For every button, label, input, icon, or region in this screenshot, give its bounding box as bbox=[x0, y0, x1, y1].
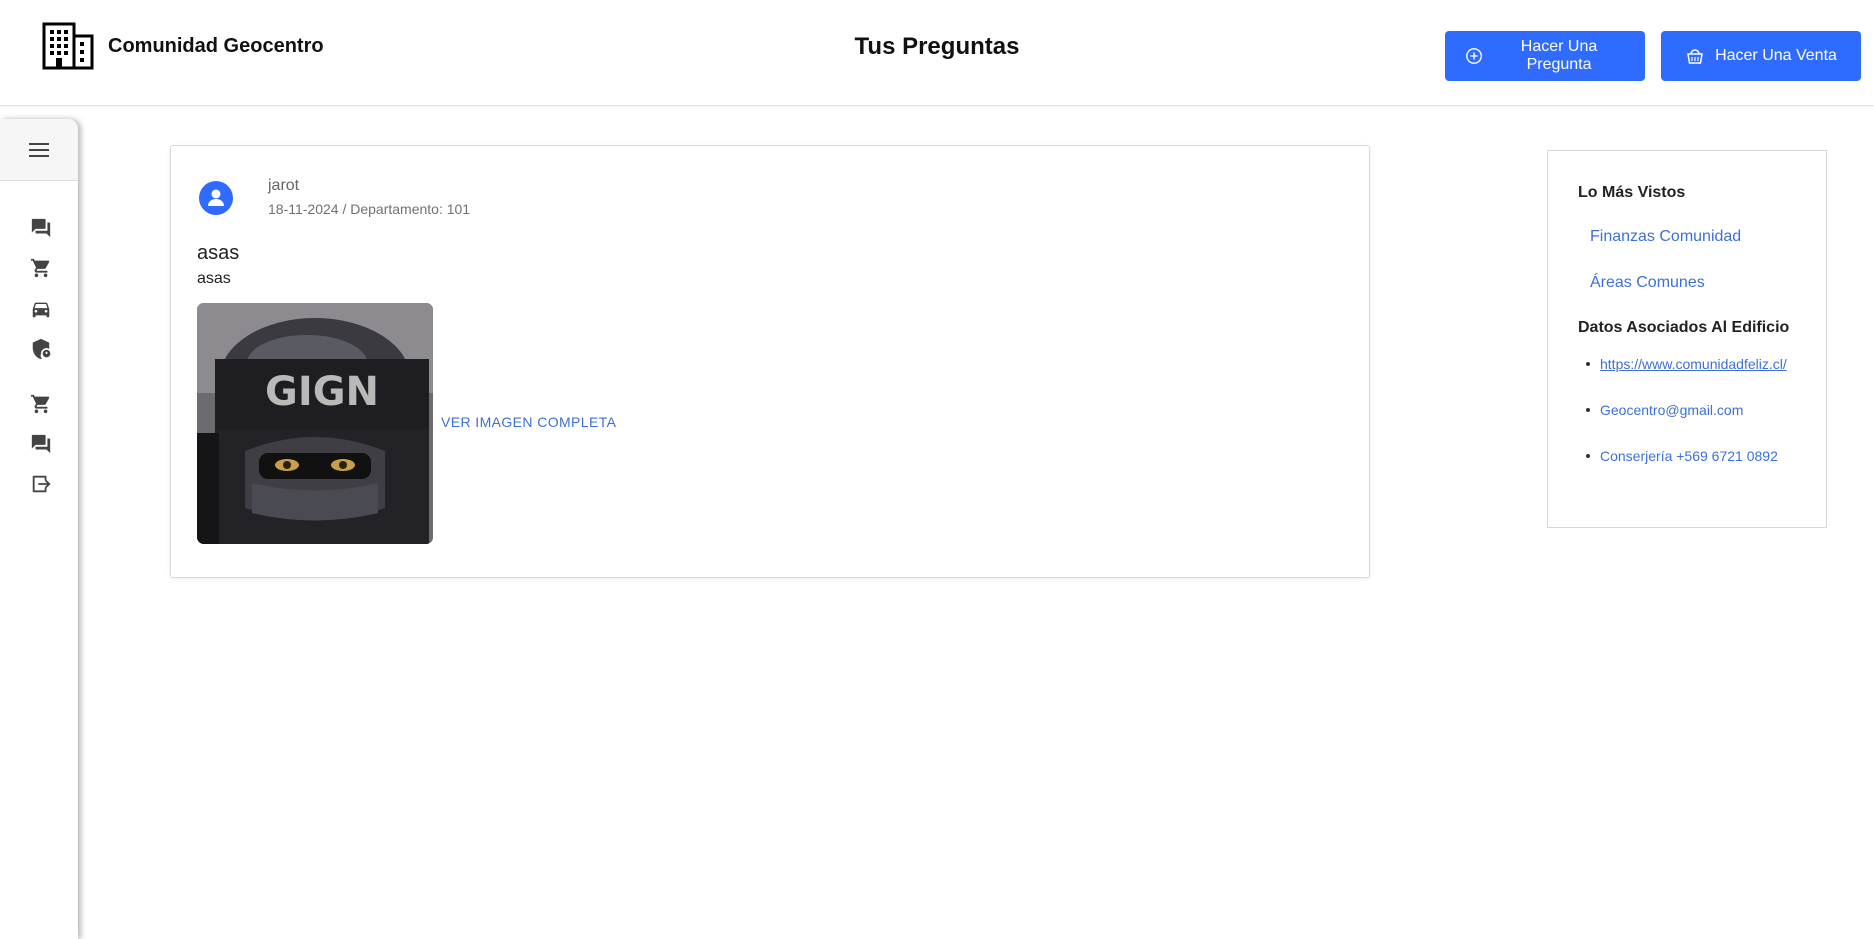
sidebar-item-logout[interactable] bbox=[29, 472, 53, 496]
post-body: asas bbox=[197, 270, 231, 287]
menu-icon bbox=[29, 142, 49, 157]
building-data-heading: Datos Asociados Al Edificio bbox=[1578, 319, 1790, 336]
sidebar bbox=[0, 119, 78, 939]
post-meta: 18-11-2024 / Departamento: 101 bbox=[268, 201, 471, 217]
email-item: Geocentro@gmail.com bbox=[1586, 402, 1743, 418]
post-image[interactable]: GIGN bbox=[197, 303, 433, 544]
question-card: jarot 18-11-2024 / Departamento: 101 asa… bbox=[170, 145, 1370, 578]
helmet-photo: GIGN bbox=[197, 303, 433, 544]
ask-question-label: Hacer Una Pregunta bbox=[1520, 38, 1598, 73]
top-header: Comunidad Geocentro Tus Preguntas Hacer … bbox=[0, 0, 1874, 106]
view-full-image-link[interactable]: VER IMAGEN COMPLETA bbox=[441, 414, 616, 430]
sidebar-item-my-questions[interactable] bbox=[29, 432, 53, 456]
make-sale-button[interactable]: Hacer Una Venta bbox=[1661, 31, 1861, 81]
cart-icon bbox=[30, 394, 50, 414]
website-link[interactable]: https://www.comunidadfeliz.cl/ bbox=[1600, 356, 1787, 372]
bullet bbox=[1586, 454, 1590, 458]
sidebar-item-security[interactable] bbox=[29, 337, 53, 361]
brand[interactable]: Comunidad Geocentro bbox=[42, 22, 324, 70]
sidebar-item-parking[interactable] bbox=[29, 297, 53, 321]
link-community-finances[interactable]: Finanzas Comunidad bbox=[1590, 228, 1741, 246]
basket-icon bbox=[1687, 49, 1703, 64]
shield-icon bbox=[32, 338, 51, 360]
add-circle-icon bbox=[1466, 48, 1482, 64]
post-author: jarot bbox=[268, 177, 300, 194]
helmet-label: GIGN bbox=[265, 369, 379, 415]
phone-text[interactable]: Conserjería +569 6721 0892 bbox=[1600, 448, 1778, 464]
avatar bbox=[199, 181, 233, 215]
info-panel: Lo Más Vistos Finanzas Comunidad Áreas C… bbox=[1547, 150, 1827, 528]
car-icon bbox=[32, 302, 50, 318]
building-icon bbox=[42, 22, 94, 70]
sidebar-item-my-sales[interactable] bbox=[29, 392, 53, 416]
ask-question-button[interactable]: Hacer Una Pregunta bbox=[1445, 31, 1645, 81]
logout-icon bbox=[32, 475, 51, 493]
bullet bbox=[1586, 408, 1590, 412]
sidebar-item-questions[interactable] bbox=[29, 216, 53, 240]
forum-icon bbox=[31, 218, 51, 238]
link-common-areas[interactable]: Áreas Comunes bbox=[1590, 274, 1705, 292]
forum-icon bbox=[31, 434, 51, 454]
bullet bbox=[1586, 362, 1590, 366]
email-text[interactable]: Geocentro@gmail.com bbox=[1600, 402, 1743, 418]
brand-name: Comunidad Geocentro bbox=[108, 34, 324, 57]
user-icon bbox=[208, 189, 224, 206]
phone-item: Conserjería +569 6721 0892 bbox=[1586, 448, 1778, 464]
website-item: https://www.comunidadfeliz.cl/ bbox=[1586, 356, 1787, 372]
make-sale-label: Hacer Una Venta bbox=[1715, 47, 1837, 64]
cart-icon bbox=[30, 258, 50, 278]
menu-toggle[interactable] bbox=[0, 119, 78, 181]
post-title: asas bbox=[197, 242, 240, 264]
sidebar-item-market[interactable] bbox=[29, 256, 53, 280]
most-viewed-heading: Lo Más Vistos bbox=[1578, 184, 1686, 201]
